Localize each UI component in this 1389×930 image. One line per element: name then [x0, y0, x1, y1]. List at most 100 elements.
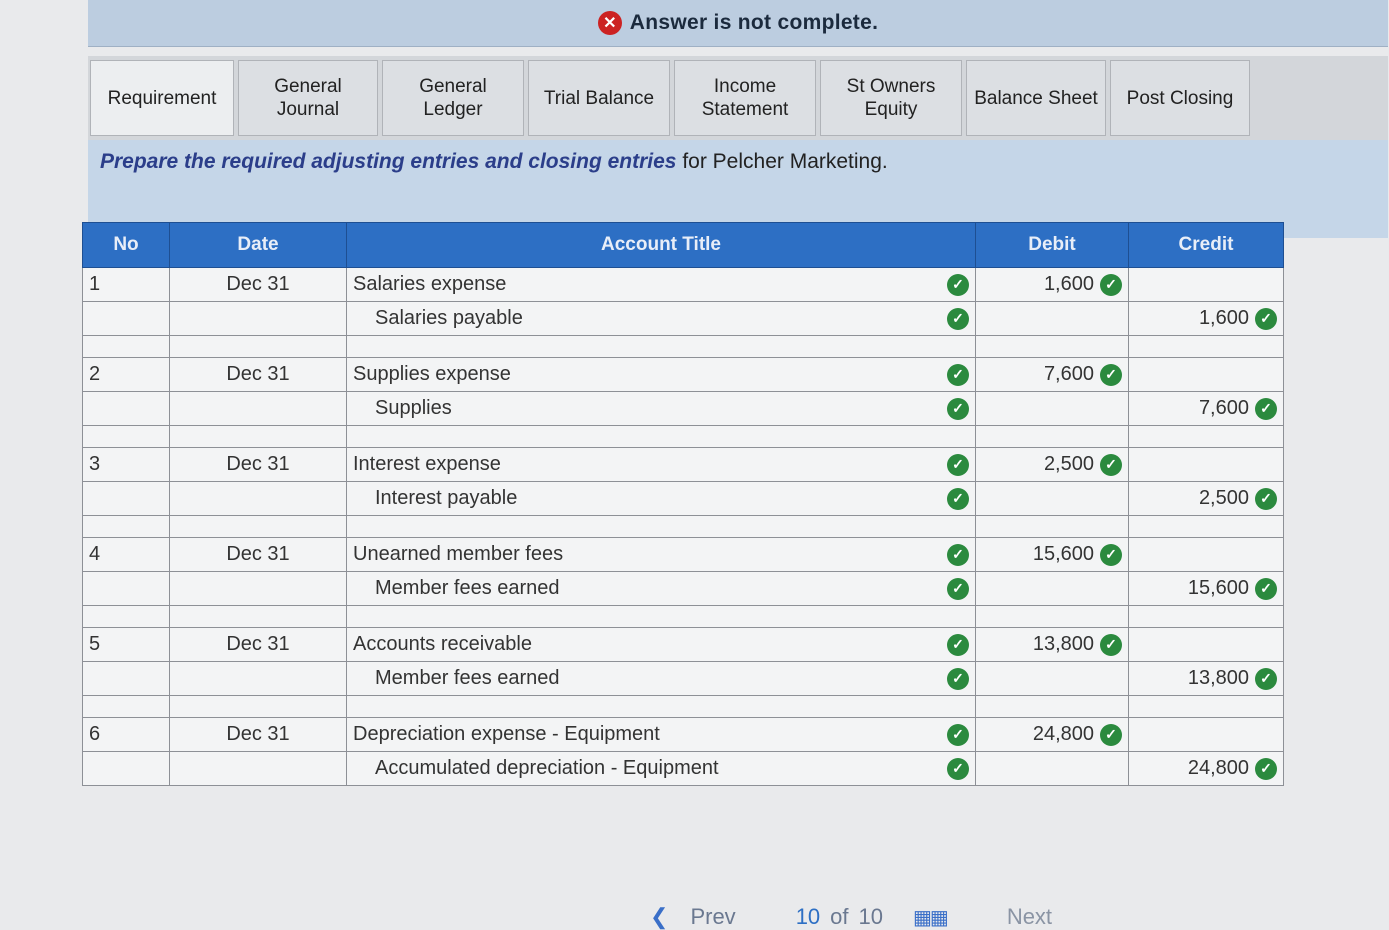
debit-account-cell[interactable]: Accounts receivable ✓: [346, 627, 976, 662]
tab-requirement[interactable]: Requirement: [90, 60, 234, 136]
entry-date-empty[interactable]: [169, 391, 347, 426]
credit-cell[interactable]: 2,500 ✓: [1128, 481, 1284, 516]
credit-account-cell[interactable]: Accumulated depreciation - Equipment ✓: [346, 751, 976, 786]
credit-cell-empty[interactable]: [1128, 447, 1284, 482]
credit-cell-empty[interactable]: [1128, 357, 1284, 392]
debit-cell-empty[interactable]: [975, 661, 1129, 696]
check-circle-icon: ✓: [947, 307, 969, 330]
entry-date-empty[interactable]: [169, 751, 347, 786]
credit-amount: 13,800: [1187, 667, 1249, 689]
check-circle-icon: ✓: [1255, 757, 1277, 780]
entry-number: 1: [82, 267, 170, 302]
credit-account-cell[interactable]: Salaries payable ✓: [346, 301, 976, 336]
credit-amount: 7,600: [1198, 397, 1249, 419]
entry-number: 5: [82, 627, 170, 662]
entry-date-empty[interactable]: [169, 481, 347, 516]
check-circle-icon: ✓: [1255, 667, 1277, 690]
debit-cell-empty[interactable]: [975, 751, 1129, 786]
entry-number-empty: [82, 751, 170, 786]
spacer-cell: [346, 335, 976, 358]
credit-account-cell[interactable]: Member fees earned ✓: [346, 571, 976, 606]
tab-balance-sheet[interactable]: Balance Sheet: [966, 60, 1106, 136]
journal-body: 1 Dec 31 Salaries expense ✓ 1,600 ✓ Salaries p…: [82, 267, 1284, 786]
check-circle-icon: ✓: [1255, 397, 1277, 420]
credit-cell-empty[interactable]: [1128, 627, 1284, 662]
table-row-spacer: [82, 695, 1284, 718]
entry-date[interactable]: Dec 31: [169, 717, 347, 752]
debit-cell[interactable]: 2,500 ✓: [975, 447, 1129, 482]
check-circle-icon: ✓: [1100, 363, 1122, 386]
credit-account-cell[interactable]: Supplies ✓: [346, 391, 976, 426]
credit-account-cell[interactable]: Interest payable ✓: [346, 481, 976, 516]
credit-cell[interactable]: 15,600 ✓: [1128, 571, 1284, 606]
entry-date[interactable]: Dec 31: [169, 537, 347, 572]
debit-cell[interactable]: 24,800 ✓: [975, 717, 1129, 752]
entry-number-empty: [82, 301, 170, 336]
credit-account-cell[interactable]: Member fees earned ✓: [346, 661, 976, 696]
tab-post-closing[interactable]: Post Closing: [1110, 60, 1250, 136]
debit-account: Unearned member fees: [353, 543, 564, 565]
table-row-spacer: [82, 335, 1284, 358]
check-circle-icon: ✓: [947, 273, 969, 296]
entry-date-empty[interactable]: [169, 571, 347, 606]
check-circle-icon: ✓: [1100, 273, 1122, 296]
credit-cell[interactable]: 1,600 ✓: [1128, 301, 1284, 336]
check-circle-icon: ✓: [1100, 633, 1122, 656]
debit-account-cell[interactable]: Supplies expense ✓: [346, 357, 976, 392]
entry-date-empty[interactable]: [169, 661, 347, 696]
debit-cell[interactable]: 7,600 ✓: [975, 357, 1129, 392]
check-circle-icon: ✓: [1100, 453, 1122, 476]
entry-number-empty: [82, 661, 170, 696]
debit-cell-empty[interactable]: [975, 301, 1129, 336]
credit-cell[interactable]: 13,800 ✓: [1128, 661, 1284, 696]
chevron-left-icon[interactable]: ❮: [650, 904, 668, 930]
debit-account-cell[interactable]: Interest expense ✓: [346, 447, 976, 482]
grid-icon[interactable]: ▦▦: [913, 905, 949, 930]
tab-general-journal[interactable]: General Journal: [238, 60, 378, 136]
entry-number-empty: [82, 481, 170, 516]
debit-cell-empty[interactable]: [975, 571, 1129, 606]
spacer-cell: [346, 605, 976, 628]
check-circle-icon: ✓: [947, 397, 969, 420]
debit-account-cell[interactable]: Depreciation expense - Equipment ✓: [346, 717, 976, 752]
tab-general-journal-label: General Journal: [274, 76, 342, 120]
entry-number: 4: [82, 537, 170, 572]
table-row: Supplies ✓ 7,600 ✓: [82, 391, 1284, 426]
entry-date[interactable]: Dec 31: [169, 357, 347, 392]
tab-trial-balance[interactable]: Trial Balance: [528, 60, 670, 136]
entry-date[interactable]: Dec 31: [169, 447, 347, 482]
credit-cell-empty[interactable]: [1128, 267, 1284, 302]
table-row-spacer: [82, 515, 1284, 538]
spacer-cell: [346, 695, 976, 718]
debit-cell-empty[interactable]: [975, 391, 1129, 426]
credit-cell-empty[interactable]: [1128, 717, 1284, 752]
debit-account-cell[interactable]: Salaries expense ✓: [346, 267, 976, 302]
table-row: 2 Dec 31 Supplies expense ✓ 7,600 ✓: [82, 357, 1284, 392]
table-row: 4 Dec 31 Unearned member fees ✓ 15,600 ✓: [82, 537, 1284, 572]
credit-cell[interactable]: 7,600 ✓: [1128, 391, 1284, 426]
debit-cell[interactable]: 15,600 ✓: [975, 537, 1129, 572]
debit-cell-empty[interactable]: [975, 481, 1129, 516]
prev-button[interactable]: Prev: [690, 904, 735, 930]
check-circle-icon: ✓: [947, 577, 969, 600]
check-circle-icon: ✓: [947, 757, 969, 780]
spacer-cell: [975, 335, 1129, 358]
header-no: No: [82, 222, 170, 268]
tab-income-statement[interactable]: Income Statement: [674, 60, 816, 136]
spacer-cell: [346, 515, 976, 538]
table-row: 6 Dec 31 Depreciation expense - Equipment ✓…: [82, 717, 1284, 752]
entry-date[interactable]: Dec 31: [169, 627, 347, 662]
spacer-cell: [975, 695, 1129, 718]
credit-cell-empty[interactable]: [1128, 537, 1284, 572]
debit-cell[interactable]: 1,600 ✓: [975, 267, 1129, 302]
entry-date[interactable]: Dec 31: [169, 267, 347, 302]
tab-st-owners-equity[interactable]: St Owners Equity: [820, 60, 962, 136]
next-button[interactable]: Next: [1007, 904, 1052, 930]
check-circle-icon: ✓: [1255, 487, 1277, 510]
entry-date-empty[interactable]: [169, 301, 347, 336]
debit-cell[interactable]: 13,800 ✓: [975, 627, 1129, 662]
tab-general-ledger[interactable]: General Ledger: [382, 60, 524, 136]
debit-account-cell[interactable]: Unearned member fees ✓: [346, 537, 976, 572]
debit-account: Depreciation expense - Equipment: [353, 723, 660, 745]
credit-cell[interactable]: 24,800 ✓: [1128, 751, 1284, 786]
